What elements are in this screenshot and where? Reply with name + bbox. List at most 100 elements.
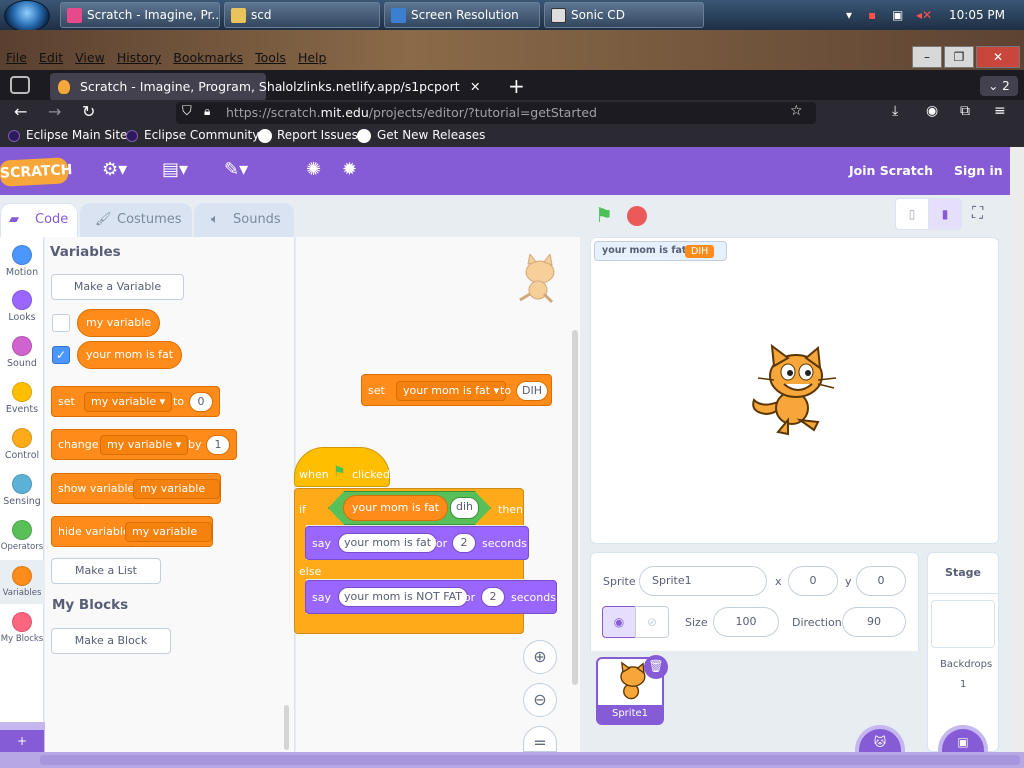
reload-icon[interactable]: ↻: [82, 102, 95, 121]
taskbar-button-sonic-cd[interactable]: Sonic CD: [544, 2, 704, 28]
sprite-name-input[interactable]: Sprite1: [639, 566, 767, 596]
scroll-thumb[interactable]: [40, 755, 1020, 765]
page-scrollbar[interactable]: [1010, 147, 1024, 752]
hide-variable-block[interactable]: hide variable my variable ▾: [51, 516, 213, 556]
variable-dropdown[interactable]: my variable ▾: [133, 479, 220, 513]
edit-pencil-icon[interactable]: ✎▾: [224, 159, 248, 180]
add-extension-icon[interactable]: +: [0, 730, 44, 752]
bookmark-eclipse-main[interactable]: Eclipse Main Site: [26, 128, 127, 142]
menu-help[interactable]: Help: [298, 50, 327, 68]
x-input[interactable]: 0: [788, 566, 838, 596]
settings-gear-icon[interactable]: ⚙▾: [102, 159, 127, 180]
say-message-input[interactable]: your mom is fat: [338, 533, 438, 553]
my-variable-reporter[interactable]: my variable: [77, 309, 161, 337]
menu-edit[interactable]: Edit: [39, 50, 63, 68]
fullscreen-icon[interactable]: ⛶: [972, 203, 983, 223]
back-icon[interactable]: ←: [14, 102, 27, 121]
say-for-secs-block-2[interactable]: say your mom is NOT FAT for 2 seconds: [305, 580, 557, 614]
value-input[interactable]: 0: [189, 392, 213, 412]
menu-file[interactable]: File: [6, 50, 27, 68]
bookmark-report-issues[interactable]: Report Issues: [277, 128, 358, 142]
condition-value-input[interactable]: dih: [450, 497, 480, 519]
my-variable-checkbox[interactable]: [52, 314, 70, 332]
url-field[interactable]: ⛉ 🔒︎ https://scratch.mit.edu/projects/ed…: [176, 102, 816, 124]
make-variable-button[interactable]: Make a Variable: [51, 274, 184, 300]
category-my-blocks[interactable]: My Blocks: [0, 612, 44, 644]
variable-monitor[interactable]: your mom is fat DIH: [594, 241, 727, 261]
join-scratch-link[interactable]: Join Scratch: [849, 163, 933, 178]
category-looks[interactable]: Looks: [0, 290, 44, 323]
menu-hamburger-icon[interactable]: ≡: [994, 103, 1006, 119]
make-block-button[interactable]: Make a Block: [51, 628, 171, 654]
bookmark-eclipse-community[interactable]: Eclipse Community: [144, 128, 259, 142]
tab-close-icon[interactable]: ✕: [470, 73, 480, 101]
show-variable-block[interactable]: show variable my variable ▾: [51, 473, 221, 513]
taskbar-button-scratch[interactable]: Scratch - Imagine, Pr...: [60, 2, 220, 28]
zoom-reset-icon[interactable]: =: [523, 726, 557, 752]
show-sprite-eye-icon[interactable]: ◉: [602, 606, 636, 638]
set-variable-block[interactable]: set my variable ▾ to 0: [51, 386, 220, 417]
menu-tools[interactable]: Tools: [255, 50, 286, 68]
clock[interactable]: 10:05 PM: [949, 0, 1005, 30]
category-operators[interactable]: Operators: [0, 520, 44, 552]
say-for-secs-block-1[interactable]: say your mom is fat for 2 seconds: [305, 526, 529, 560]
menu-view[interactable]: View: [75, 50, 105, 68]
forward-icon[interactable]: →: [48, 102, 61, 121]
file-menu-icon[interactable]: ▤▾: [162, 159, 188, 180]
display-icon[interactable]: ▣: [892, 0, 903, 30]
variable-dropdown[interactable]: my variable ▾: [100, 435, 189, 455]
tab-scratch[interactable]: Scratch - Imagine, Program, Sha: [50, 73, 282, 101]
stage-thumbnail[interactable]: [931, 600, 995, 648]
value-input[interactable]: 1: [206, 435, 230, 455]
network-error-icon[interactable]: ▪: [868, 0, 876, 30]
extensions-icon[interactable]: ⧉: [960, 103, 970, 119]
zoom-in-icon[interactable]: ⊕: [523, 640, 557, 674]
category-variables[interactable]: Variables: [0, 560, 44, 604]
hide-sprite-eye-icon[interactable]: ⊘: [635, 606, 669, 638]
condition-variable-reporter[interactable]: your mom is fat: [343, 495, 449, 521]
category-events[interactable]: Events: [0, 382, 44, 415]
tab-overview-icon[interactable]: [10, 76, 30, 94]
bookmark-star-icon[interactable]: ☆: [790, 103, 803, 119]
tutorials-bulb-icon[interactable]: ✺: [306, 159, 321, 180]
change-variable-block[interactable]: change my variable ▾ by 1: [51, 429, 237, 460]
say-seconds-input[interactable]: 2: [481, 587, 505, 607]
large-stage-icon[interactable]: ▮: [928, 198, 962, 230]
taskbar-button-scd[interactable]: scd: [224, 2, 380, 28]
debug-bug-icon[interactable]: ✹: [342, 159, 357, 180]
size-input[interactable]: 100: [713, 607, 779, 637]
workspace-scrollbar[interactable]: [572, 330, 578, 685]
account-icon[interactable]: ◉: [926, 103, 938, 119]
taskbar-button-screen-resolution[interactable]: Screen Resolution: [384, 2, 540, 28]
tray-chevron-icon[interactable]: ▾: [846, 0, 852, 30]
category-sound[interactable]: Sound: [0, 336, 44, 369]
make-list-button[interactable]: Make a List: [51, 558, 161, 584]
category-motion[interactable]: Motion: [0, 245, 44, 278]
when-flag-clicked-block[interactable]: when ⚑ clicked: [294, 447, 390, 487]
direction-input[interactable]: 90: [842, 607, 906, 637]
tab-sounds[interactable]: 🔈︎ Sounds: [194, 203, 294, 238]
variable-dropdown[interactable]: your mom is fat ▾: [396, 381, 507, 401]
volume-muted-icon[interactable]: ◂✕: [916, 0, 932, 30]
green-flag-icon[interactable]: ⚑: [595, 203, 613, 227]
stop-icon[interactable]: [627, 206, 647, 226]
palette-scrollbar[interactable]: [284, 705, 289, 750]
category-control[interactable]: Control: [0, 428, 44, 461]
category-sensing[interactable]: Sensing: [0, 474, 44, 507]
sign-in-link[interactable]: Sign in: [954, 163, 1003, 178]
small-stage-icon[interactable]: ▯: [895, 198, 929, 230]
say-seconds-input[interactable]: 2: [452, 533, 476, 553]
say-message-input[interactable]: your mom is NOT FAT: [338, 587, 468, 607]
horizontal-scrollbar[interactable]: [0, 752, 1024, 768]
tab-lolzlinks[interactable]: lolzlinks.netlify.app/s1pcport ✕: [252, 73, 492, 101]
tab-list-button[interactable]: ⌄ 2: [980, 76, 1018, 96]
download-icon[interactable]: ⤓: [892, 103, 898, 119]
menu-bookmarks[interactable]: Bookmarks: [173, 50, 243, 68]
variable-dropdown[interactable]: my variable ▾: [84, 392, 173, 412]
minimize-icon[interactable]: –: [912, 46, 942, 68]
delete-sprite-icon[interactable]: 🗑︎: [644, 655, 668, 679]
your-mom-is-fat-reporter[interactable]: your mom is fat: [77, 341, 183, 369]
zoom-out-icon[interactable]: ⊖: [523, 683, 557, 717]
tab-code[interactable]: ▰ Code: [0, 203, 78, 238]
script-set-block[interactable]: set your mom is fat ▾ to DIH: [361, 374, 552, 406]
